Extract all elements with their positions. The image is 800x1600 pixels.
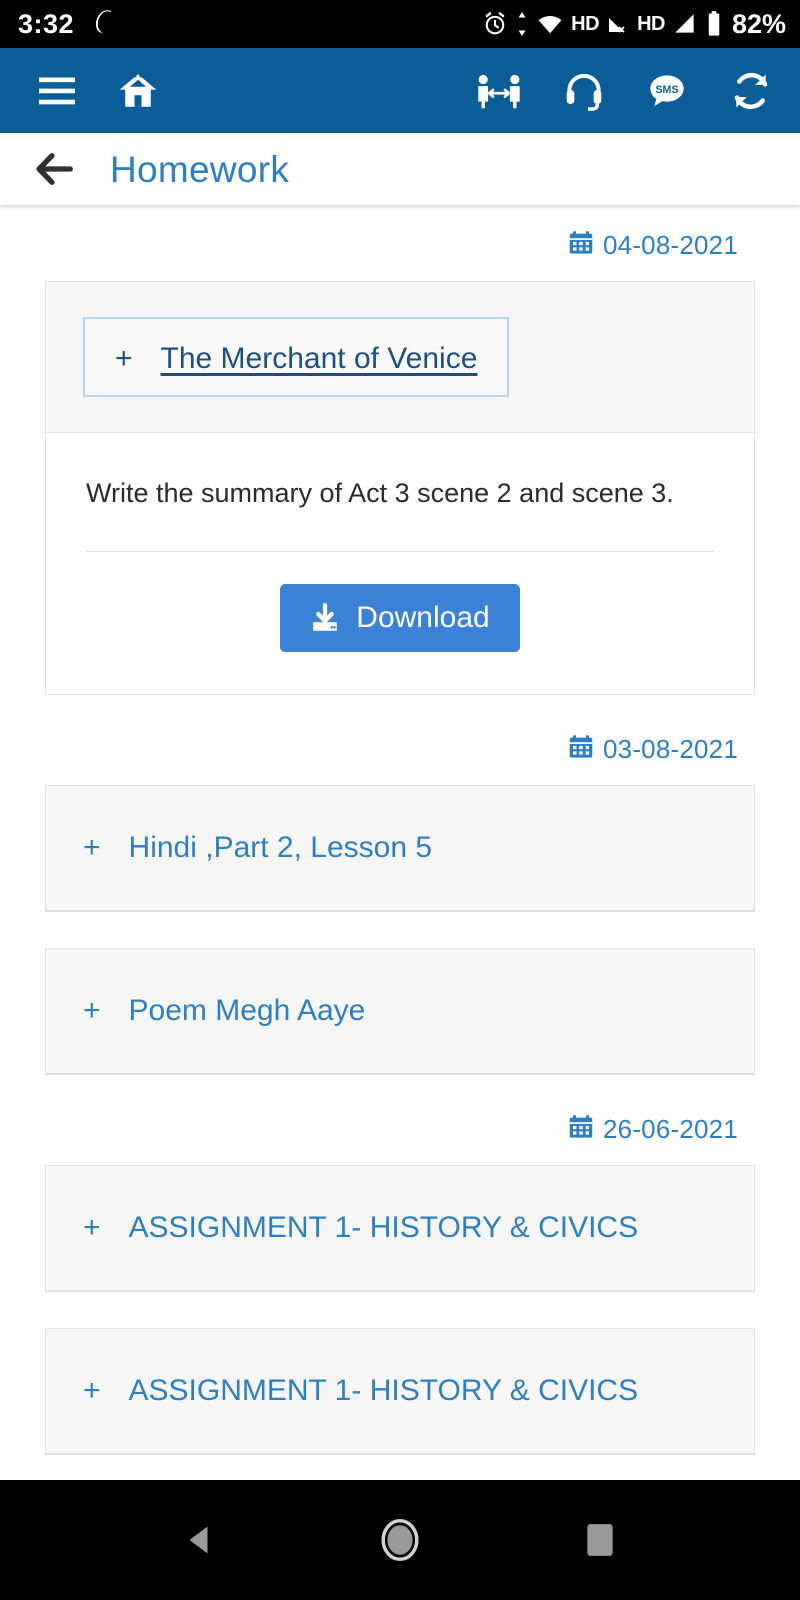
homework-card-body: Write the summary of Act 3 scene 2 and s…	[46, 433, 754, 695]
app-bar-right: SMS	[476, 70, 772, 112]
android-nav-bar	[0, 1480, 800, 1600]
download-button-label: Download	[356, 601, 490, 635]
phone-screen: 3:32 HD HD 82% SMS Homework 04-08-2021 +…	[0, 0, 800, 1600]
wifi-icon	[536, 11, 564, 37]
title-bar: Homework	[0, 133, 800, 205]
sms-icon[interactable]: SMS	[646, 71, 688, 111]
download-icon	[310, 603, 340, 633]
homework-toggle[interactable]: + Poem Megh Aaye	[46, 993, 365, 1029]
signal-no-sim-icon	[606, 11, 630, 37]
opera-icon	[88, 7, 118, 42]
expand-plus-icon: +	[83, 831, 101, 865]
homework-card[interactable]: + Poem Megh Aaye	[45, 948, 755, 1076]
social-distancing-icon[interactable]	[476, 70, 522, 112]
battery-percent: 82%	[731, 8, 786, 39]
expand-plus-icon: +	[83, 1374, 101, 1408]
homework-title: Hindi ,Part 2, Lesson 5	[128, 831, 433, 865]
homework-card[interactable]: + Hindi ,Part 2, Lesson 5	[45, 785, 755, 913]
homework-toggle[interactable]: + ASSIGNMENT 1- HISTORY & CIVICS	[46, 1210, 638, 1246]
svg-text:SMS: SMS	[655, 84, 678, 96]
status-clock: 3:32	[18, 8, 75, 39]
homework-list[interactable]: 04-08-2021 + The Merchant of Venice Writ…	[0, 205, 800, 1480]
date-header: 03-08-2021	[0, 713, 800, 785]
alarm-clock-icon	[482, 11, 508, 37]
expand-plus-icon: +	[83, 1211, 101, 1245]
homework-card[interactable]: + ASSIGNMENT 1- HISTORY & CIVICS	[45, 1165, 755, 1293]
home-circle-icon[interactable]	[355, 1495, 445, 1585]
date-label: 26-06-2021	[603, 1113, 738, 1144]
date-header: 04-08-2021	[0, 209, 800, 281]
calendar-icon	[568, 1114, 594, 1145]
hamburger-menu-icon[interactable]	[38, 76, 76, 106]
homework-card-header[interactable]: + Poem Megh Aaye	[46, 949, 754, 1074]
homework-toggle-focused[interactable]: + The Merchant of Venice	[83, 317, 510, 397]
app-bar-left	[38, 70, 160, 112]
homework-card-header[interactable]: + ASSIGNMENT 1- HISTORY & CIVICS	[46, 1166, 754, 1291]
hd-label-1: HD	[571, 13, 600, 35]
hd-label-2: HD	[637, 13, 665, 35]
date-header: 26-06-2021	[0, 1093, 800, 1165]
data-transfer-icon	[515, 11, 529, 37]
homework-title: The Merchant of Venice	[160, 342, 478, 375]
sync-refresh-icon[interactable]	[730, 70, 772, 112]
calendar-icon	[568, 734, 594, 765]
expand-plus-icon: +	[115, 342, 133, 375]
homework-title: ASSIGNMENT 1- HISTORY & CIVICS	[128, 1211, 639, 1245]
page-title: Homework	[110, 148, 290, 190]
homework-toggle[interactable]: + Hindi ,Part 2, Lesson 5	[46, 830, 432, 866]
home-icon[interactable]	[116, 70, 160, 112]
app-bar: SMS	[0, 48, 800, 133]
homework-card-header[interactable]: + The Merchant of Venice	[46, 282, 754, 433]
download-button[interactable]: Download	[280, 584, 520, 653]
expand-plus-icon: +	[83, 994, 101, 1028]
homework-card-header[interactable]: + Hindi ,Part 2, Lesson 5	[46, 786, 754, 911]
homework-toggle[interactable]: + ASSIGNMENT 1- HISTORY & CIVICS	[46, 1373, 638, 1409]
calendar-icon	[568, 230, 594, 261]
battery-icon	[705, 10, 723, 38]
homework-card[interactable]: + ASSIGNMENT 1- HISTORY & CIVICS	[45, 1328, 755, 1456]
homework-title: ASSIGNMENT 1- HISTORY & CIVICS	[128, 1374, 639, 1408]
status-bar-right: HD HD 82%	[482, 10, 786, 38]
signal-icon	[672, 11, 698, 37]
back-triangle-icon[interactable]	[155, 1495, 245, 1585]
status-bar-left: 3:32	[18, 7, 118, 42]
date-label: 04-08-2021	[603, 229, 738, 260]
homework-card[interactable]: + The Merchant of Venice Write the summa…	[45, 281, 755, 696]
back-arrow-icon[interactable]	[0, 152, 110, 186]
homework-description: Write the summary of Act 3 scene 2 and s…	[86, 478, 674, 508]
recents-square-icon[interactable]	[555, 1495, 645, 1585]
status-bar: 3:32 HD HD 82%	[0, 0, 800, 48]
date-label: 03-08-2021	[603, 733, 738, 764]
homework-title: Poem Megh Aaye	[128, 994, 366, 1028]
headset-support-icon[interactable]	[564, 70, 604, 112]
homework-card-header[interactable]: + ASSIGNMENT 1- HISTORY & CIVICS	[46, 1329, 754, 1454]
download-row: Download	[86, 552, 714, 658]
